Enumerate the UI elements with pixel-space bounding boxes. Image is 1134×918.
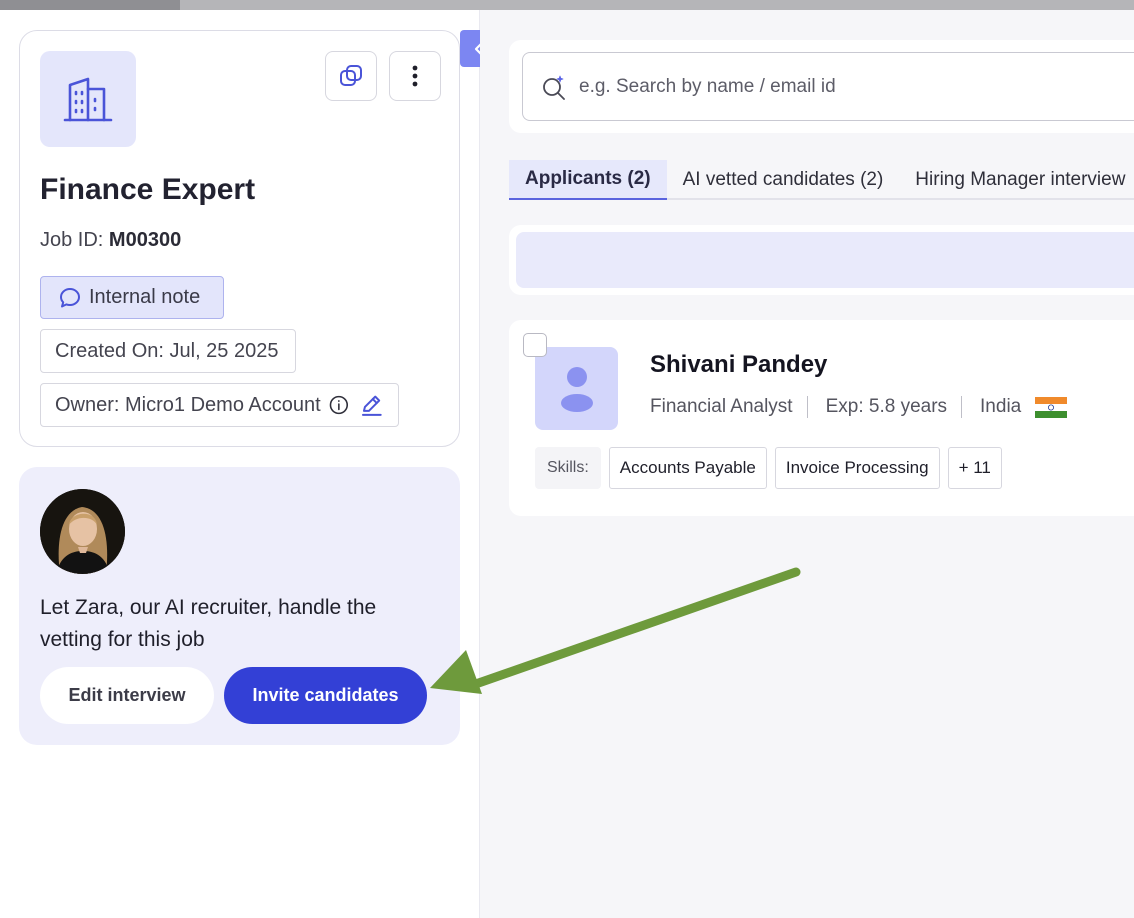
job-sidebar: Finance Expert Job ID: M00300 Internal n… (0, 10, 480, 918)
owner-text: Owner: Micro1 Demo Account (55, 393, 321, 416)
window-top-strip (0, 0, 1134, 10)
ai-recruiter-message: Let Zara, our AI recruiter, handle the v… (40, 596, 377, 651)
skills-row: Skills: Accounts Payable Invoice Process… (535, 447, 1002, 489)
candidate-tabs: Applicants (2) AI vetted candidates (2) … (509, 160, 1134, 200)
filter-card (509, 225, 1134, 295)
window-top-strip-left (0, 0, 180, 10)
candidate-name[interactable]: Shivani Pandey (650, 351, 827, 379)
tab-applicants[interactable]: Applicants (2) (509, 160, 667, 200)
candidate-select-checkbox[interactable] (523, 333, 547, 357)
chat-bubble-icon (60, 287, 80, 307)
building-icon (63, 77, 113, 122)
job-details-card: Finance Expert Job ID: M00300 Internal n… (19, 30, 460, 447)
skill-tag: Invoice Processing (774, 447, 940, 489)
ai-search-icon (543, 75, 565, 100)
created-on-badge: Created On: Jul, 25 2025 (40, 329, 296, 373)
tab-hiring-manager-interview[interactable]: Hiring Manager interview (899, 160, 1134, 200)
user-icon (560, 366, 593, 412)
internal-note-label: Internal note (89, 286, 201, 308)
job-building-icon-box (40, 51, 136, 147)
copy-icon (340, 65, 362, 86)
skills-label: Skills: (535, 447, 601, 489)
zara-avatar (40, 489, 125, 574)
job-id-label: Job ID: (40, 229, 109, 251)
job-title: Finance Expert (40, 173, 256, 206)
skill-tag: Accounts Payable (608, 447, 767, 489)
ai-recruiter-card: Let Zara, our AI recruiter, handle the v… (19, 467, 460, 745)
india-flag-icon (1035, 396, 1068, 418)
created-on-text: Created On: Jul, 25 2025 (55, 339, 279, 362)
filter-bar (516, 232, 1134, 288)
candidate-card[interactable]: Shivani Pandey Financial Analyst Exp: 5.… (509, 320, 1134, 516)
job-id: Job ID: M00300 (40, 229, 181, 252)
candidate-country: India (980, 396, 1022, 417)
candidate-meta: Financial Analyst Exp: 5.8 years India (650, 396, 1068, 418)
invite-candidates-button[interactable]: Invite candidates (224, 667, 427, 724)
more-options-button[interactable] (389, 51, 441, 101)
more-vertical-icon (412, 65, 418, 87)
more-skills-button[interactable]: + 11 (947, 447, 1002, 489)
candidate-experience: Exp: 5.8 years (825, 396, 948, 417)
candidate-role: Financial Analyst (650, 396, 793, 417)
meta-divider (806, 396, 808, 418)
internal-note-button[interactable]: Internal note (40, 276, 224, 319)
job-id-value: M00300 (108, 229, 182, 251)
search-input[interactable] (579, 75, 1059, 98)
edit-interview-button[interactable]: Edit interview (40, 667, 214, 724)
candidate-avatar (535, 347, 618, 430)
edit-pencil-icon[interactable] (360, 393, 384, 417)
duplicate-job-button[interactable] (325, 51, 377, 101)
search-box[interactable] (522, 52, 1134, 121)
owner-badge: Owner: Micro1 Demo Account (40, 383, 399, 427)
meta-divider (961, 396, 963, 418)
tab-ai-vetted-candidates[interactable]: AI vetted candidates (2) (667, 160, 900, 200)
search-card (509, 40, 1134, 133)
info-icon[interactable] (329, 395, 349, 415)
